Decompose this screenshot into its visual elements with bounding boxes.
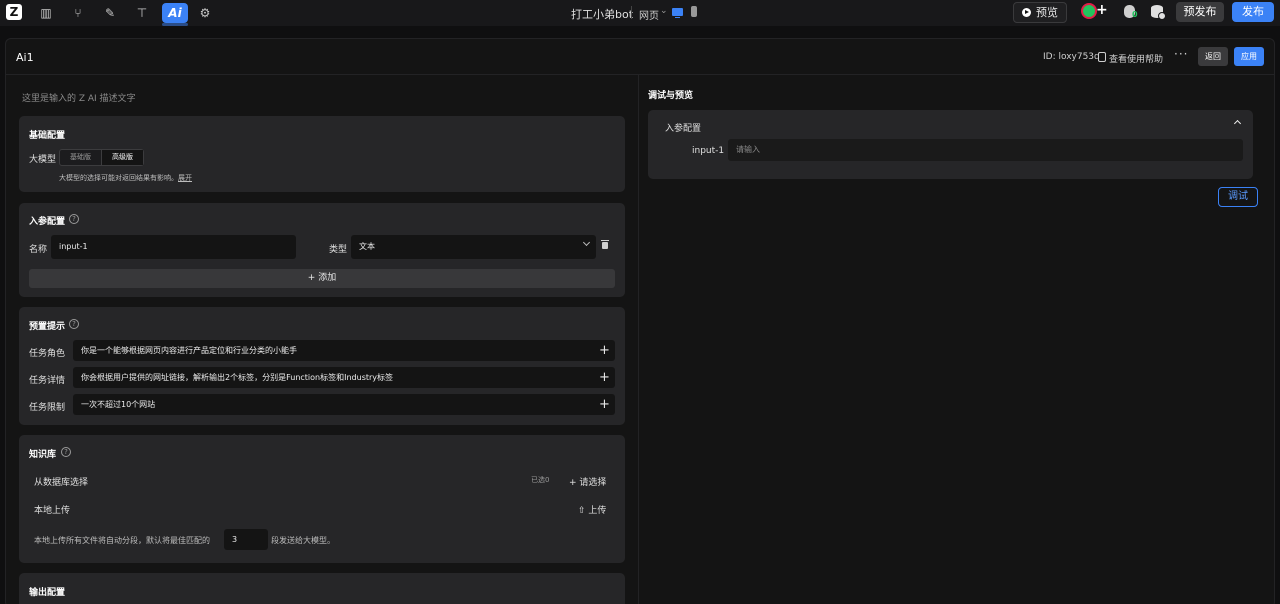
debug-preview-title: 调试与预览	[648, 91, 694, 101]
page-type-select[interactable]: 网页	[639, 7, 659, 22]
settings-icon[interactable]: ⚙	[192, 3, 218, 23]
document-icon[interactable]	[1098, 52, 1106, 62]
task-limit-label: 任务限制	[29, 403, 66, 413]
divider	[631, 6, 632, 19]
add-collaborator-icon[interactable]: +	[1096, 2, 1108, 18]
name-label: 名称	[29, 245, 48, 255]
preview-label: 预览	[1036, 6, 1058, 19]
model-option-basic[interactable]: 基础版	[60, 150, 101, 165]
play-icon	[1022, 8, 1031, 17]
db-select-label: 从数据库选择	[34, 478, 89, 488]
input-params-title: 入参配置	[29, 217, 66, 227]
help-icon[interactable]: ?	[61, 447, 71, 457]
expand-icon[interactable]: +	[599, 371, 610, 384]
prepublish-button[interactable]: 预发布	[1176, 2, 1224, 22]
expand-icon[interactable]: +	[599, 344, 610, 357]
preset-prompt-title: 预置提示	[29, 322, 66, 332]
bug-icon[interactable]	[1124, 5, 1138, 19]
help-icon[interactable]: ?	[69, 214, 79, 224]
model-label: 大模型	[29, 155, 57, 165]
layout-icon[interactable]: ▥	[33, 3, 59, 23]
chevron-down-icon[interactable]: ⌄	[660, 6, 668, 16]
more-icon[interactable]: ···	[1174, 47, 1188, 61]
task-role-label: 任务角色	[29, 349, 66, 359]
upload-button[interactable]: ⇧ 上传	[578, 503, 606, 516]
table-icon[interactable]: ⊤	[129, 3, 155, 23]
plugin-icon[interactable]: ✎	[97, 3, 123, 23]
top-bar: Z ▥ ⑂ ✎ ⊤ Ai ⚙ 打工小弟bot 网页 ⌄ 预览 + 预发布 发布	[0, 0, 1280, 26]
component-id: ID: loxy753q	[1043, 52, 1100, 62]
knowledge-title: 知识库	[29, 450, 57, 460]
upload-note-suffix: 段发送给大模型。	[271, 536, 335, 545]
help-icon[interactable]: ?	[69, 319, 79, 329]
selected-count: 已选0	[531, 476, 550, 484]
output-config-card: 输出配置	[19, 573, 625, 604]
model-hint-text: 大模型的选择可能对返回结果有影响。	[59, 174, 178, 182]
apply-button[interactable]: 应用	[1234, 47, 1264, 66]
type-label: 类型	[329, 245, 348, 255]
mobile-icon[interactable]	[691, 6, 697, 17]
panel-header: Ai1 ID: loxy753q 查看使用帮助 ··· 返回 应用	[6, 39, 1274, 75]
desktop-icon[interactable]	[672, 8, 683, 18]
debug-input-card: 入参配置 input-1 请输入	[648, 110, 1253, 179]
task-limit-input[interactable]: 一次不超过10个网站	[73, 394, 615, 415]
back-button[interactable]: 返回	[1198, 47, 1228, 66]
basic-config-card: 基础配置 大模型 基础版 高级版 大模型的选择可能对返回结果有影响。展开	[19, 116, 625, 192]
upload-note: 本地上传所有文件将自动分段，默认将最佳匹配的	[34, 536, 210, 545]
task-detail-label: 任务详情	[29, 376, 66, 386]
local-upload-label: 本地上传	[34, 506, 71, 516]
avatar[interactable]	[1081, 3, 1097, 19]
publish-button[interactable]: 发布	[1232, 2, 1274, 22]
ai-icon[interactable]: Ai	[162, 3, 188, 23]
expand-link[interactable]: 展开	[178, 174, 192, 182]
expand-icon[interactable]: +	[599, 398, 610, 411]
debug-input[interactable]: 请输入	[728, 139, 1243, 161]
param-type-value: 文本	[359, 242, 375, 251]
debug-section-title: 入参配置	[665, 124, 702, 134]
chevron-up-icon[interactable]	[1233, 119, 1242, 128]
ai-description[interactable]: 这里是输入的 Z AI 描述文字	[22, 91, 136, 104]
logo-icon[interactable]: Z	[6, 4, 22, 20]
model-hint: 大模型的选择可能对返回结果有影响。展开	[59, 173, 192, 183]
preview-button[interactable]: 预览	[1013, 2, 1067, 23]
column-divider	[638, 75, 639, 604]
basic-config-title: 基础配置	[29, 131, 66, 141]
choose-button[interactable]: + 请选择	[569, 475, 606, 488]
task-detail-input[interactable]: 你会根据用户提供的网址链接，解析输出2个标签，分别是Function标签和Ind…	[73, 367, 615, 388]
chevron-down-icon	[582, 238, 591, 247]
task-role-input[interactable]: 你是一个能够根据网页内容进行产品定位和行业分类的小能手	[73, 340, 615, 361]
param-type-select[interactable]: 文本	[351, 235, 596, 259]
help-link[interactable]: 查看使用帮助	[1109, 52, 1163, 65]
flow-icon[interactable]: ⑂	[65, 3, 91, 23]
input-params-card: 入参配置 ? 名称 input-1 类型 文本 + 添加	[19, 203, 625, 297]
model-option-advanced[interactable]: 高级版	[101, 150, 143, 165]
active-tab-indicator	[162, 23, 188, 26]
delete-icon[interactable]	[601, 240, 609, 249]
debug-button[interactable]: 调试	[1218, 187, 1258, 207]
model-segmented-control: 基础版 高级版	[59, 149, 144, 166]
debug-input-label: input-1	[692, 146, 725, 156]
segment-count-input[interactable]: 3	[224, 529, 268, 550]
knowledge-base-card: 知识库 ? 从数据库选择 已选0 + 请选择 本地上传 ⇧ 上传 本地上传所有文…	[19, 435, 625, 563]
output-config-title: 输出配置	[29, 588, 66, 598]
panel-title: Ai1	[16, 51, 34, 64]
database-icon[interactable]	[1151, 5, 1166, 20]
preset-prompt-card: 预置提示 ? 任务角色 你是一个能够根据网页内容进行产品定位和行业分类的小能手 …	[19, 307, 625, 425]
add-param-button[interactable]: + 添加	[29, 269, 615, 288]
param-name-input[interactable]: input-1	[51, 235, 296, 259]
app-name[interactable]: 打工小弟bot	[571, 6, 633, 22]
